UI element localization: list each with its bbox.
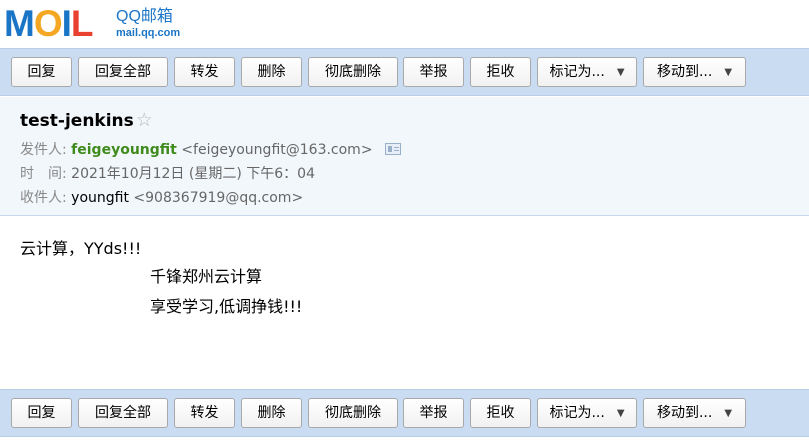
delete-button[interactable]: 删除 bbox=[241, 398, 302, 428]
reply-button[interactable]: 回复 bbox=[11, 57, 72, 87]
reply-all-button[interactable]: 回复全部 bbox=[78, 57, 168, 87]
mark-as-dropdown[interactable]: 标记为... ▼ bbox=[537, 57, 637, 87]
report-button[interactable]: 举报 bbox=[403, 398, 464, 428]
delete-permanently-button[interactable]: 彻底删除 bbox=[308, 57, 398, 87]
delete-permanently-button[interactable]: 彻底删除 bbox=[308, 398, 398, 428]
mark-as-label: 标记为... bbox=[549, 405, 605, 421]
reply-button[interactable]: 回复 bbox=[11, 398, 72, 428]
star-icon[interactable]: ☆ bbox=[136, 109, 153, 131]
qq-mail-logo[interactable]: MOIL QQ邮箱 mail.qq.com bbox=[4, 0, 204, 46]
recipient-name[interactable]: youngfit bbox=[71, 190, 129, 206]
bottom-toolbar: 回复 回复全部 转发 删除 彻底删除 举报 拒收 标记为... ▼ 移动到... ▼ bbox=[0, 389, 809, 437]
mail-header: test-jenkins ☆ 发件人: feigeyoungfit <feigey… bbox=[0, 97, 809, 216]
chevron-down-icon: ▼ bbox=[724, 67, 733, 78]
logo-mark: MOIL bbox=[4, 3, 93, 44]
body-line: 千锋郑州云计算 bbox=[150, 267, 263, 286]
logo-name: QQ邮箱 bbox=[116, 8, 173, 25]
body-line: 享受学习,低调挣钱!!! bbox=[150, 297, 303, 316]
sender-name[interactable]: feigeyoungfit bbox=[71, 142, 177, 158]
to-row: 收件人: youngfit <908367919@qq.com> bbox=[20, 188, 303, 208]
move-to-label: 移动到... bbox=[656, 405, 713, 421]
to-label: 收件人: bbox=[20, 190, 67, 206]
forward-button[interactable]: 转发 bbox=[174, 398, 235, 428]
logo-domain: mail.qq.com bbox=[116, 27, 181, 39]
chevron-down-icon: ▼ bbox=[616, 408, 625, 419]
mark-as-dropdown[interactable]: 标记为... ▼ bbox=[537, 398, 637, 428]
mark-as-label: 标记为... bbox=[549, 64, 605, 80]
time-row: 时 间: 2021年10月12日 (星期二) 下午6：04 bbox=[20, 164, 315, 184]
reject-button[interactable]: 拒收 bbox=[470, 398, 531, 428]
contact-card-icon[interactable] bbox=[385, 143, 402, 155]
reject-button[interactable]: 拒收 bbox=[470, 57, 531, 87]
time-label: 时 间: bbox=[20, 166, 67, 182]
move-to-dropdown[interactable]: 移动到... ▼ bbox=[643, 57, 746, 87]
top-toolbar: 回复 回复全部 转发 删除 彻底删除 举报 拒收 标记为... ▼ 移动到... ▼ bbox=[0, 48, 809, 96]
body-line: 云计算，YYds!!! bbox=[20, 239, 142, 258]
move-to-label: 移动到... bbox=[656, 64, 713, 80]
forward-button[interactable]: 转发 bbox=[174, 57, 235, 87]
recipient-address: <908367919@qq.com> bbox=[133, 190, 304, 206]
time-value: 2021年10月12日 (星期二) 下午6：04 bbox=[71, 166, 315, 182]
from-row: 发件人: feigeyoungfit <feigeyoungfit@163.co… bbox=[20, 140, 402, 160]
move-to-dropdown[interactable]: 移动到... ▼ bbox=[643, 398, 746, 428]
delete-button[interactable]: 删除 bbox=[241, 57, 302, 87]
reply-all-button[interactable]: 回复全部 bbox=[78, 398, 168, 428]
from-label: 发件人: bbox=[20, 142, 67, 158]
mail-subject-row: test-jenkins ☆ bbox=[20, 109, 153, 132]
mail-body: 云计算，YYds!!! 千锋郑州云计算 享受学习,低调挣钱!!! bbox=[0, 216, 809, 389]
mail-subject: test-jenkins bbox=[20, 111, 134, 131]
chevron-down-icon: ▼ bbox=[724, 408, 733, 419]
chevron-down-icon: ▼ bbox=[616, 67, 625, 78]
report-button[interactable]: 举报 bbox=[403, 57, 464, 87]
sender-address: <feigeyoungfit@163.com> bbox=[181, 142, 373, 158]
